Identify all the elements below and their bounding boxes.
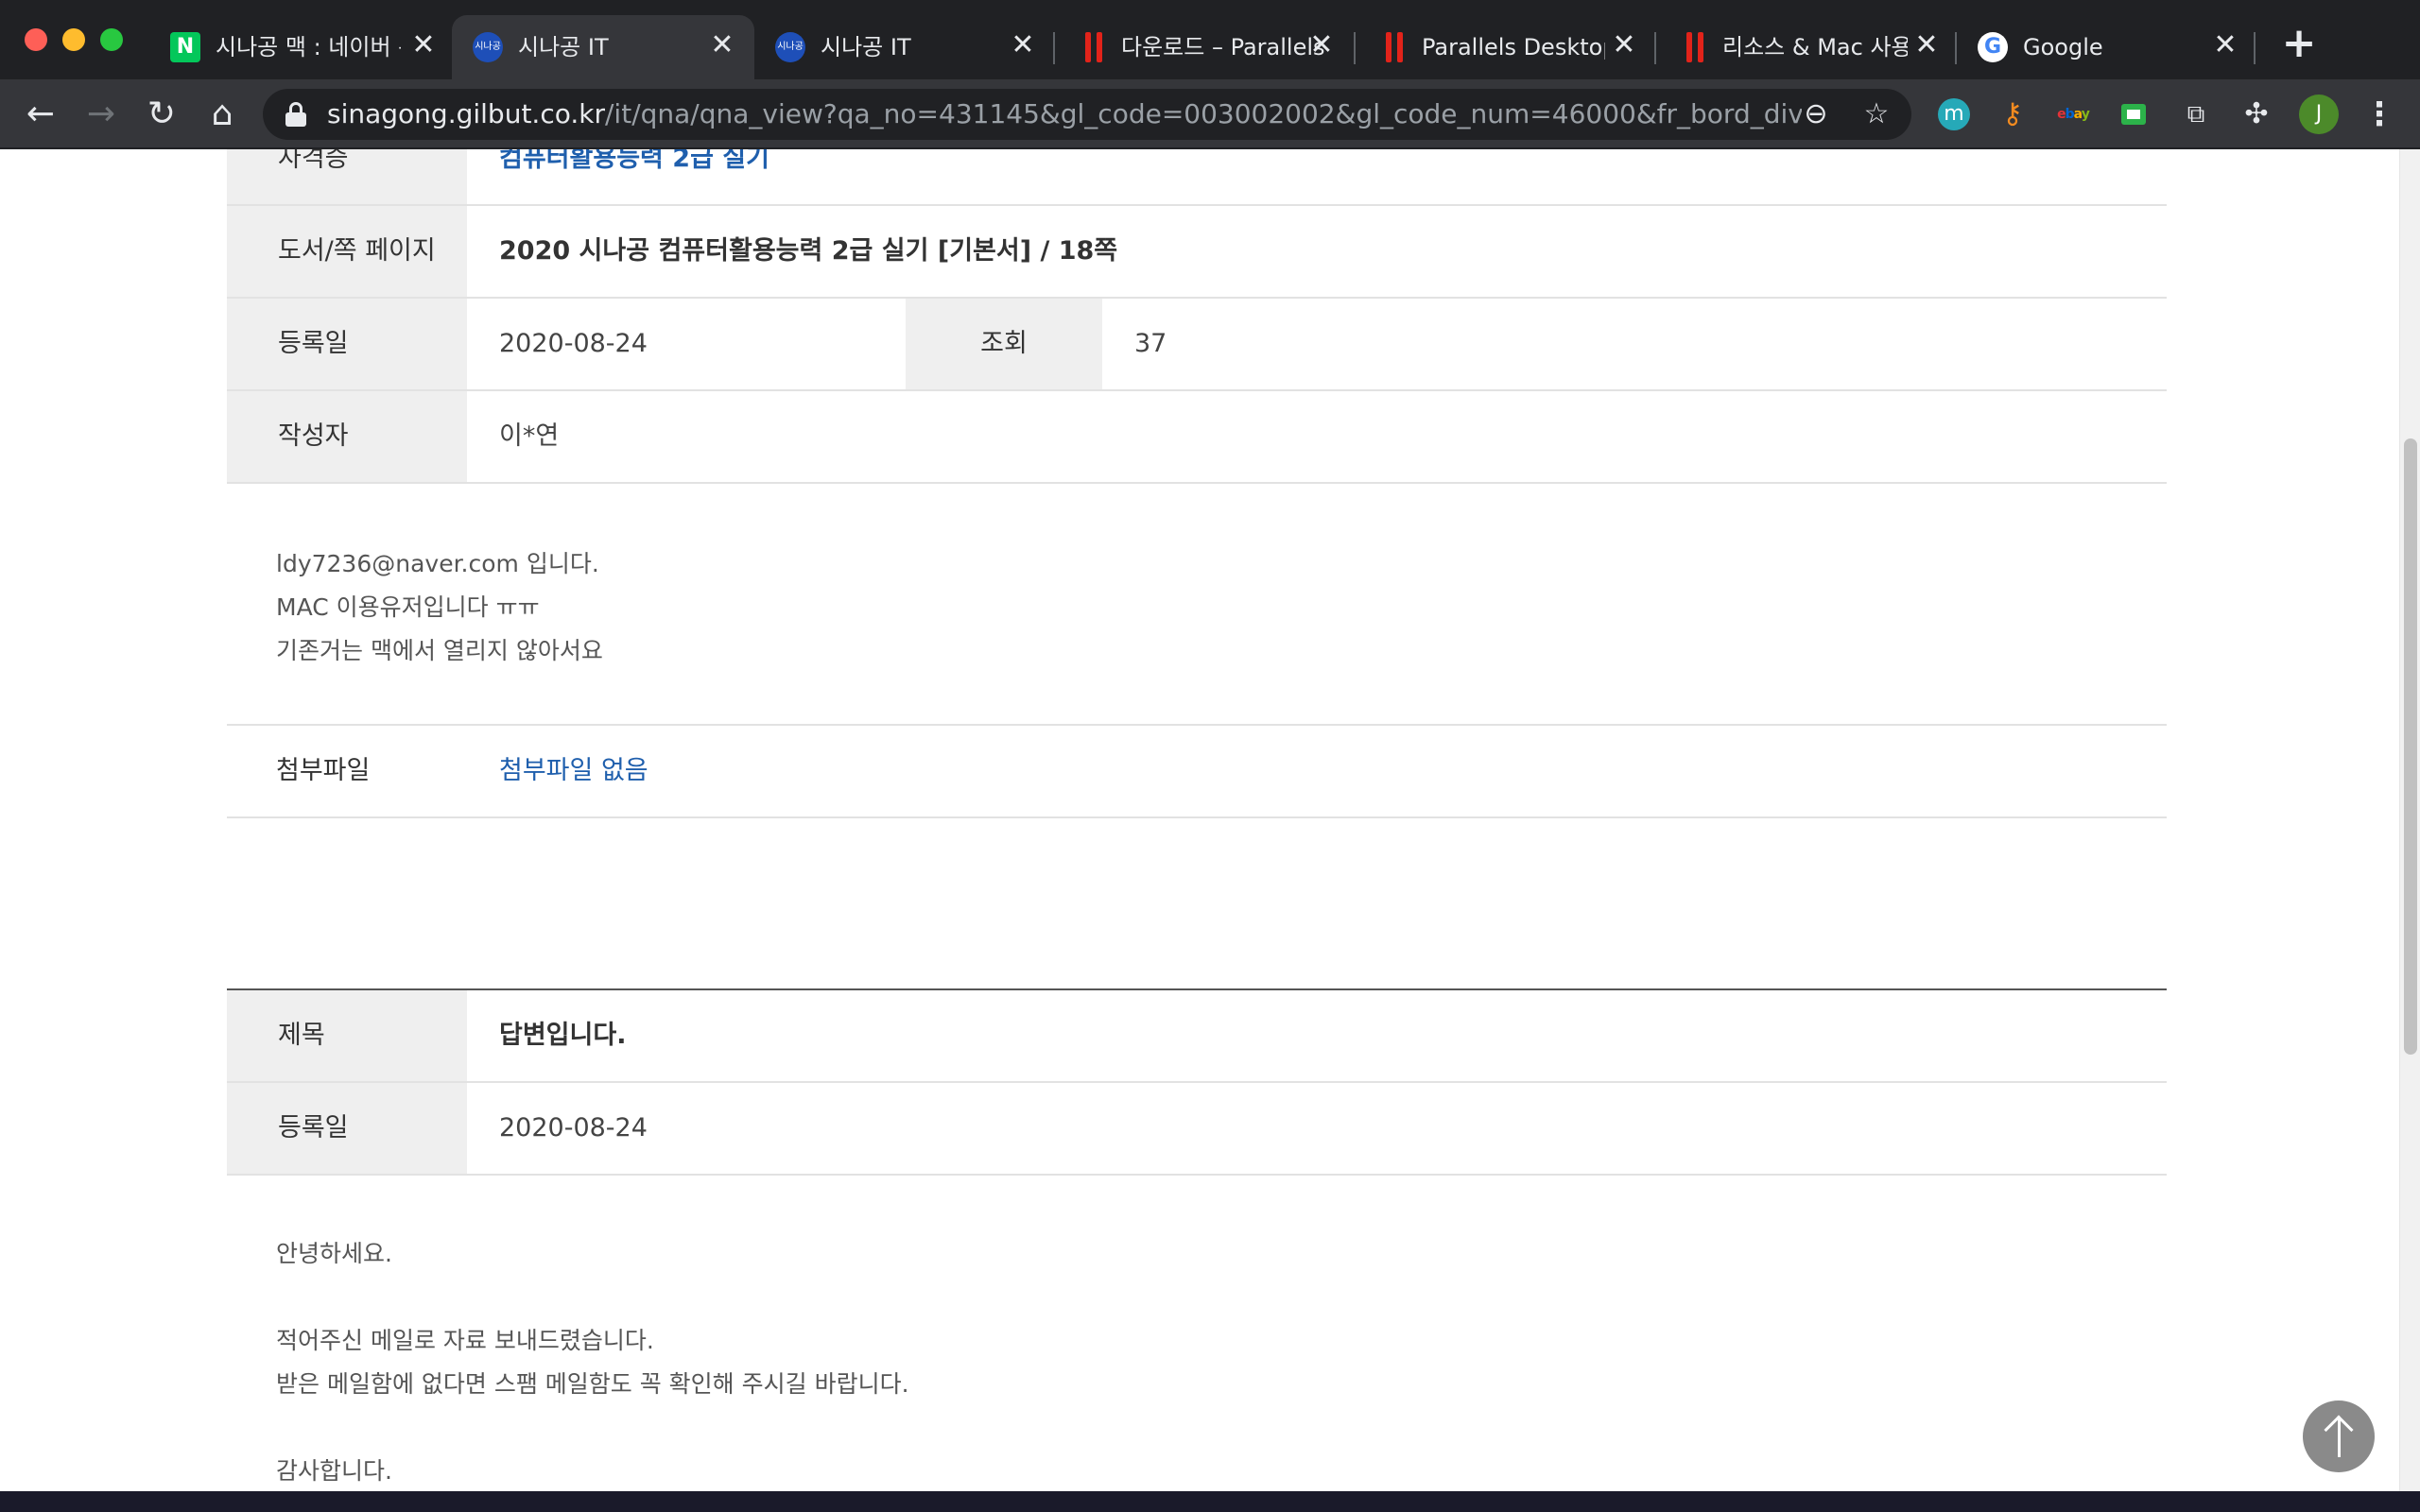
answer-body-spacer	[276, 1276, 909, 1319]
browser-tab[interactable]: Parallels Desktop ✕	[1380, 15, 1654, 79]
answer-body-line: 감사합니다.	[276, 1457, 392, 1485]
forward-icon[interactable]: →	[81, 94, 121, 134]
tab-title: Google	[2023, 34, 2103, 60]
browser-tab[interactable]: G Google ✕	[1978, 15, 2252, 79]
table-row-answer-date: 등록일 2020-08-24	[227, 1083, 2167, 1176]
answer-body-line: 받은 메일함에 없다면 스팸 메일함도 꼭 확인해 주시길 바랍니다.	[276, 1370, 909, 1398]
book-label: 도서/쪽 페이지	[227, 206, 467, 297]
answer-body-line: 적어주신 메일로 자료 보내드렸습니다.	[276, 1327, 654, 1354]
parallels-icon	[1681, 32, 1711, 62]
table-row-cert: 자격증 컴퓨터활용능력 2급 실기	[227, 149, 2167, 206]
author-value: 이*연	[499, 421, 560, 451]
tab-separator	[1354, 32, 1356, 64]
answer-title-value: 답변입니다.	[499, 1021, 627, 1050]
close-window-button[interactable]	[25, 28, 47, 51]
url-host: sinagong.gilbut.co.kr	[327, 98, 605, 129]
browser-tab[interactable]: 다운로드 – Parallels ✕	[1080, 15, 1354, 79]
browser-toolbar: ← → ↻ ⌂ sinagong.gilbut.co.kr/it/qna/qna…	[0, 79, 2420, 149]
url-path: /it/qna/qna_view?qa_no=431145&gl_code=00…	[605, 98, 1802, 129]
parallels-icon	[1080, 32, 1110, 62]
tab-title: 시나공 IT	[821, 34, 911, 60]
book-value: 2020 시나공 컴퓨터활용능력 2급 실기 [기본서] / 18쪽	[499, 236, 1118, 266]
arrow-up-shaft	[2338, 1418, 2341, 1457]
close-tab-icon[interactable]: ✕	[1609, 30, 1639, 60]
address-bar[interactable]: sinagong.gilbut.co.kr/it/qna/qna_view?qa…	[263, 89, 1911, 140]
tab-title: 리소스 & Mac 사용	[1722, 34, 1908, 60]
zoom-icon[interactable]: ⊖	[1798, 96, 1834, 132]
browser-tab-active[interactable]: 시나공 시나공 IT ✕	[452, 15, 754, 79]
answer-body: 안녕하세요. 적어주신 메일로 자료 보내드렸습니다. 받은 메일함에 없다면 …	[276, 1232, 909, 1491]
attachment-link[interactable]: 첨부파일 없음	[467, 726, 648, 816]
answer-date-value: 2020-08-24	[499, 1113, 648, 1143]
tab-title: 시나공 IT	[518, 34, 609, 60]
browser-tab[interactable]: 리소스 & Mac 사용 ✕	[1681, 15, 1955, 79]
ebay-icon[interactable]: ebay	[2057, 98, 2090, 130]
dock-strip	[0, 1491, 2420, 1512]
close-tab-icon[interactable]: ✕	[1306, 30, 1337, 60]
extensions-puzzle-icon[interactable]: ✣	[2240, 98, 2273, 130]
answer-body-spacer	[276, 1406, 909, 1450]
tab-separator	[1053, 32, 1055, 64]
close-tab-icon[interactable]: ✕	[1008, 30, 1038, 60]
home-icon[interactable]: ⌂	[202, 94, 242, 134]
views-value: 37	[1134, 329, 1167, 358]
close-tab-icon[interactable]: ✕	[2210, 30, 2240, 60]
table-row-answer-title: 제목 답변입니다.	[227, 990, 2167, 1083]
question-body-line: MAC 이용유저입니다 ㅠㅠ	[276, 593, 540, 621]
views-label: 조회	[906, 299, 1102, 389]
scrollbar-thumb[interactable]	[2404, 438, 2417, 1055]
back-icon[interactable]: ←	[21, 94, 60, 134]
answer-title-label: 제목	[227, 990, 467, 1081]
sinagong-icon: 시나공	[473, 32, 503, 62]
tab-separator	[2254, 32, 2256, 64]
browser-tab-bar: N 시나공 맥 : 네이버 통 ✕ 시나공 시나공 IT ✕ 시나공 시나공 I…	[0, 0, 2420, 79]
table-row-author: 작성자 이*연	[227, 391, 2167, 484]
cert-label: 자격증	[227, 149, 467, 204]
browser-menu-icon[interactable]: ⋮	[2363, 94, 2395, 134]
naver-icon: N	[170, 32, 200, 62]
question-body-line: 기존거는 맥에서 열리지 않아서요	[276, 637, 603, 664]
date-label: 등록일	[227, 299, 467, 389]
attachment-label: 첨부파일	[276, 756, 371, 785]
cert-value-link[interactable]: 컴퓨터활용능력 2급 실기	[467, 149, 769, 204]
new-tab-button[interactable]: +	[2280, 23, 2318, 64]
close-tab-icon[interactable]: ✕	[1911, 30, 1942, 60]
bookmark-star-icon[interactable]: ☆	[1858, 96, 1894, 132]
answer-body-line: 안녕하세요.	[276, 1240, 392, 1267]
close-tab-icon[interactable]: ✕	[707, 30, 737, 60]
browser-tab[interactable]: N 시나공 맥 : 네이버 통 ✕	[170, 15, 444, 79]
sinagong-icon: 시나공	[775, 32, 805, 62]
maximize-window-button[interactable]	[100, 28, 123, 51]
extension-m-icon[interactable]: m	[1938, 98, 1970, 130]
page-scrollbar[interactable]	[2399, 149, 2420, 1491]
table-row-attachment: 첨부파일 첨부파일 없음	[227, 726, 2167, 818]
page-viewport: 자격증 컴퓨터활용능력 2급 실기 도서/쪽 페이지 2020 시나공 컴퓨터활…	[0, 149, 2399, 1491]
lock-icon[interactable]	[285, 102, 306, 127]
google-icon: G	[1978, 32, 2008, 62]
table-row-book: 도서/쪽 페이지 2020 시나공 컴퓨터활용능력 2급 실기 [기본서] / …	[227, 206, 2167, 299]
tab-title: 시나공 맥 : 네이버 통	[216, 34, 401, 60]
tab-title: Parallels Desktop	[1422, 34, 1605, 60]
minimize-window-button[interactable]	[62, 28, 85, 51]
tab-separator	[1654, 32, 1656, 64]
url-text[interactable]: sinagong.gilbut.co.kr/it/qna/qna_view?qa…	[327, 89, 1802, 140]
date-value: 2020-08-24	[499, 329, 648, 358]
table-row-date: 등록일 2020-08-24 조회 37	[227, 299, 2167, 391]
question-body: ldy7236@naver.com 입니다. MAC 이용유저입니다 ㅠㅠ 기존…	[276, 542, 603, 673]
close-tab-icon[interactable]: ✕	[408, 30, 439, 60]
answer-date-label: 등록일	[227, 1083, 467, 1174]
tab-separator	[1955, 32, 1957, 64]
scroll-to-top-button[interactable]	[2303, 1400, 2375, 1472]
reload-icon[interactable]: ↻	[142, 94, 182, 134]
cast-icon[interactable]: ⧉	[2180, 98, 2212, 130]
question-body-line: ldy7236@naver.com 입니다.	[276, 550, 599, 577]
key-extension-icon[interactable]: ⚷	[1996, 98, 2029, 130]
green-extension-icon[interactable]	[2121, 104, 2146, 125]
profile-avatar[interactable]: J	[2299, 94, 2339, 134]
parallels-icon	[1380, 32, 1410, 62]
author-label: 작성자	[227, 391, 467, 482]
browser-tab[interactable]: 시나공 시나공 IT ✕	[775, 15, 1049, 79]
